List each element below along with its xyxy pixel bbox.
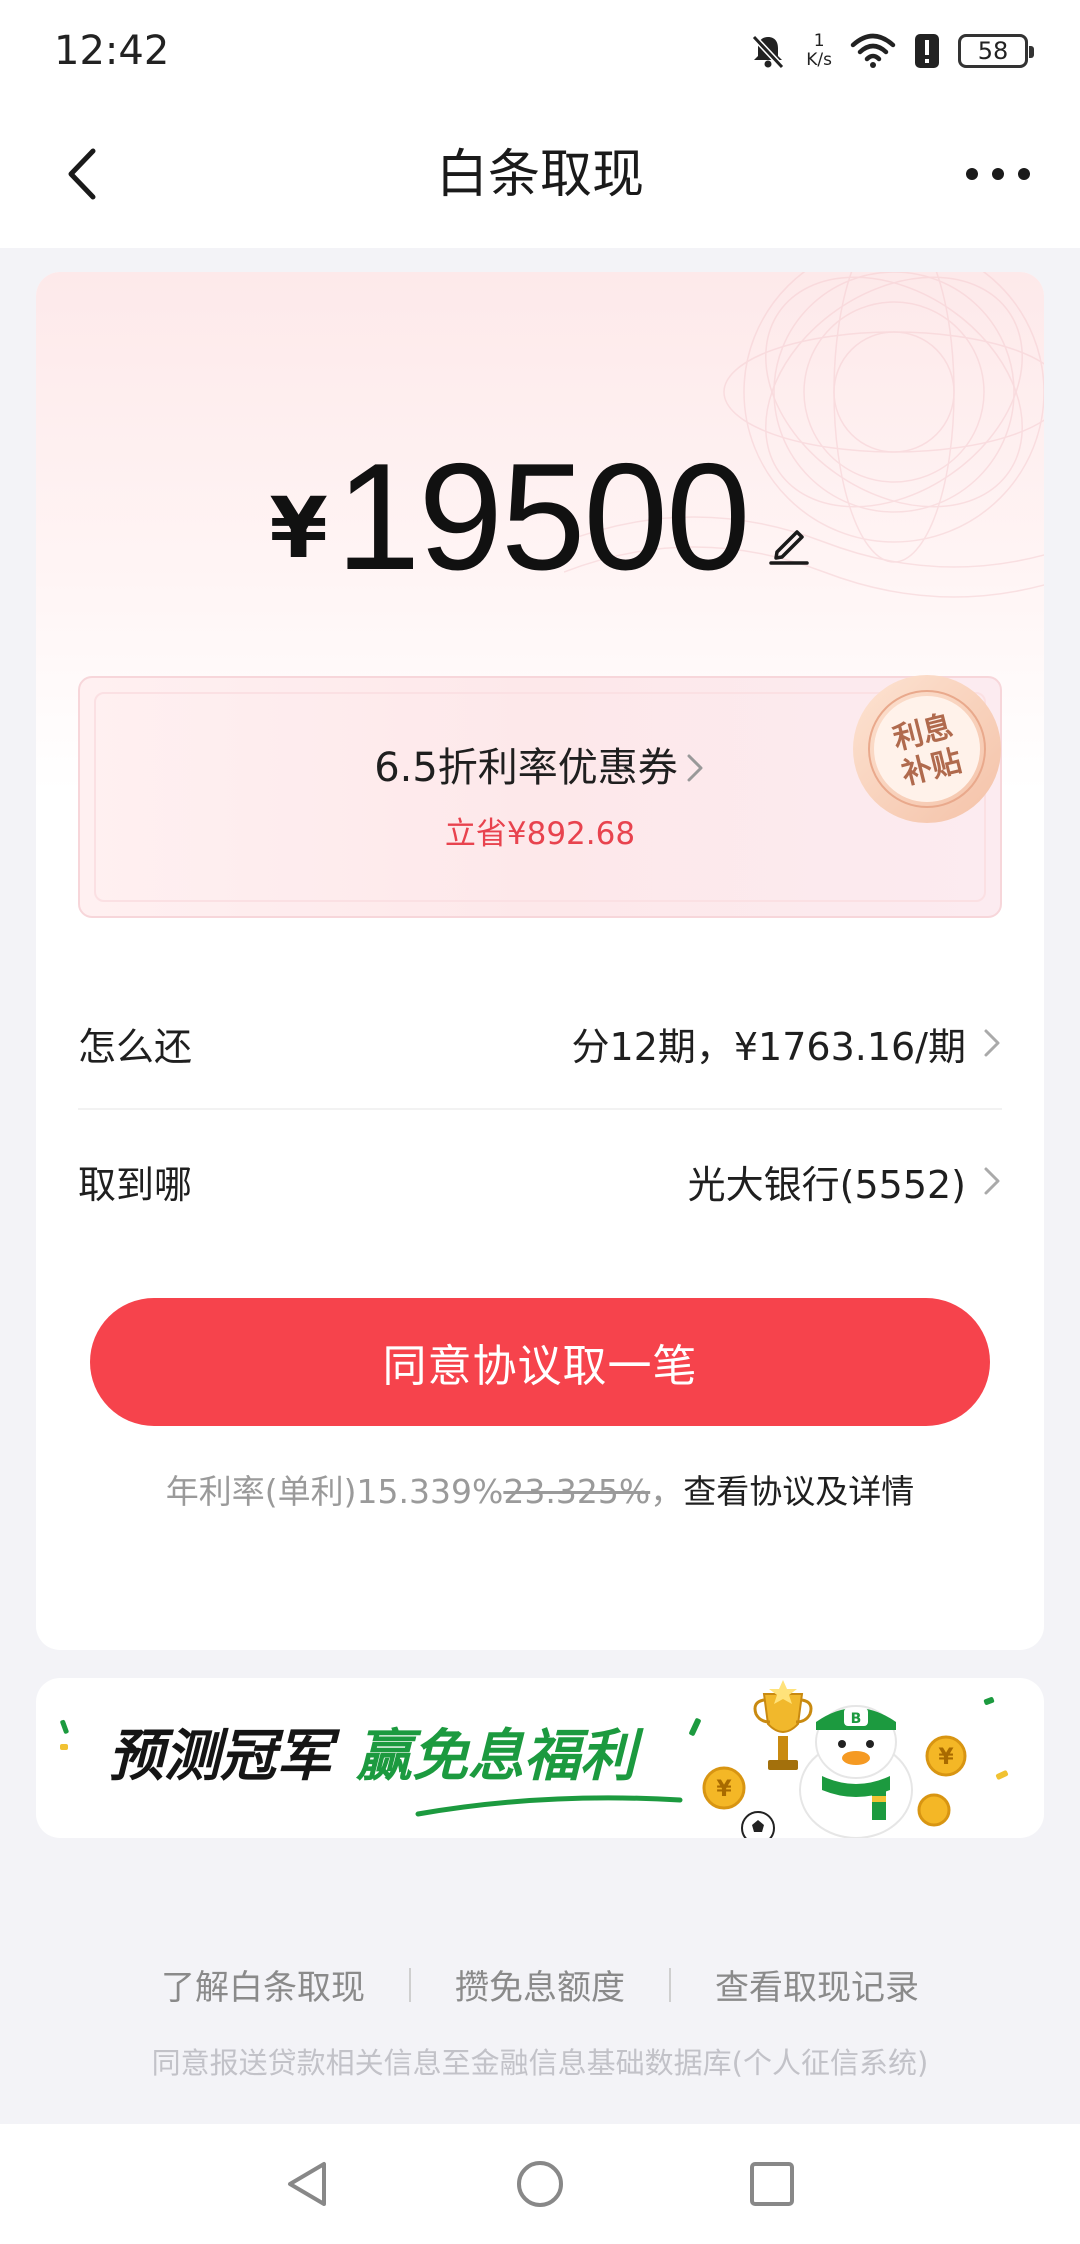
banner-text-green: 赢免息福利 (356, 1724, 636, 1789)
svg-text:B: B (851, 1711, 862, 1727)
page-title: 白条取现 (435, 145, 644, 205)
alert-icon (915, 34, 939, 68)
footer-divider (409, 1967, 411, 2002)
repay-label: 怎么还 (78, 1024, 193, 1069)
amount-currency: ¥ (269, 479, 328, 577)
pencil-icon[interactable] (767, 522, 811, 592)
svg-text:¥: ¥ (716, 1777, 732, 1802)
net-speed-unit: K/s (806, 50, 832, 70)
svg-text:¥: ¥ (938, 1745, 954, 1770)
main-card: ¥ 19500 6.5折利率优惠券 立省¥892.68 利息 补贴 怎么还 分1… (36, 272, 1044, 1650)
destination-row[interactable]: 取到哪 光大银行(5552) (78, 1116, 1002, 1246)
status-time: 12:42 (54, 28, 170, 74)
swoosh-decoration (415, 1795, 683, 1817)
system-nav-bar (0, 2124, 1080, 2244)
chevron-right-icon (984, 1029, 1000, 1057)
rate-separator: ， (650, 1472, 684, 1511)
footer-divider (669, 1967, 671, 2002)
mascot-trophy-illustration: ¥ ¥ B (689, 1680, 1009, 1838)
rate-line: 年利率(单利)15.339%23.325%，查看协议及详情 (36, 1470, 1044, 1514)
footer-link-records[interactable]: 查看取现记录 (715, 1960, 919, 2009)
bell-mute-icon (752, 34, 785, 70)
status-icons: 1 K/s 58 (748, 28, 1034, 74)
footer-link-about[interactable]: 了解白条取现 (161, 1960, 365, 2009)
more-button[interactable] (966, 152, 1030, 196)
banner-text: 预测冠军 赢免息福利 (108, 1722, 636, 1792)
nav-bar: 白条取现 (0, 100, 1080, 248)
chevron-right-icon (687, 754, 703, 782)
amount-display[interactable]: ¥ 19500 (36, 432, 1044, 602)
agreement-details-link[interactable]: 查看协议及详情 (683, 1472, 914, 1511)
repay-row[interactable]: 怎么还 分12期，¥1763.16/期 (78, 978, 1002, 1110)
footer-links: 了解白条取现 攒免息额度 查看取现记录 (0, 1960, 1080, 2009)
net-speed-value: 1 (813, 31, 825, 51)
net-speed: 1 K/s (806, 32, 832, 70)
status-bar: 12:42 1 K/s 58 (0, 0, 1080, 100)
wifi-icon (850, 33, 896, 68)
amount-value: 19500 (335, 432, 751, 602)
promo-banner[interactable]: 预测冠军 赢免息福利 ¥ ¥ B (36, 1678, 1044, 1838)
nav-home-circle-icon[interactable] (514, 2158, 566, 2210)
coupon-title: 6.5折利率优惠券 (374, 745, 678, 791)
rate-old: 23.325% (503, 1472, 651, 1511)
interest-subsidy-seal-icon: 利息 补贴 (853, 675, 1001, 823)
banner-text-black: 预测冠军 (108, 1724, 332, 1789)
credit-report-notice: 同意报送贷款相关信息至金融信息基础数据库(个人征信系统) (151, 2046, 929, 2080)
agree-withdraw-button[interactable]: 同意协议取一笔 (90, 1298, 990, 1426)
destination-value: 光大银行(5552) (687, 1162, 966, 1207)
rate-current: 年利率(单利)15.339% (165, 1472, 504, 1511)
repay-value: 分12期，¥1763.16/期 (571, 1024, 966, 1069)
destination-label: 取到哪 (78, 1162, 193, 1207)
battery-icon: 58 (958, 34, 1034, 68)
chevron-right-icon (984, 1167, 1000, 1195)
nav-recents-square-icon[interactable] (746, 2158, 798, 2210)
nav-back-triangle-icon[interactable] (282, 2158, 334, 2210)
footer-link-interest-free-quota[interactable]: 攒免息额度 (455, 1960, 625, 2009)
coupon-card[interactable]: 6.5折利率优惠券 立省¥892.68 利息 补贴 (78, 675, 1002, 918)
more-dots-icon (966, 168, 978, 180)
confetti-icon (60, 1719, 69, 1750)
